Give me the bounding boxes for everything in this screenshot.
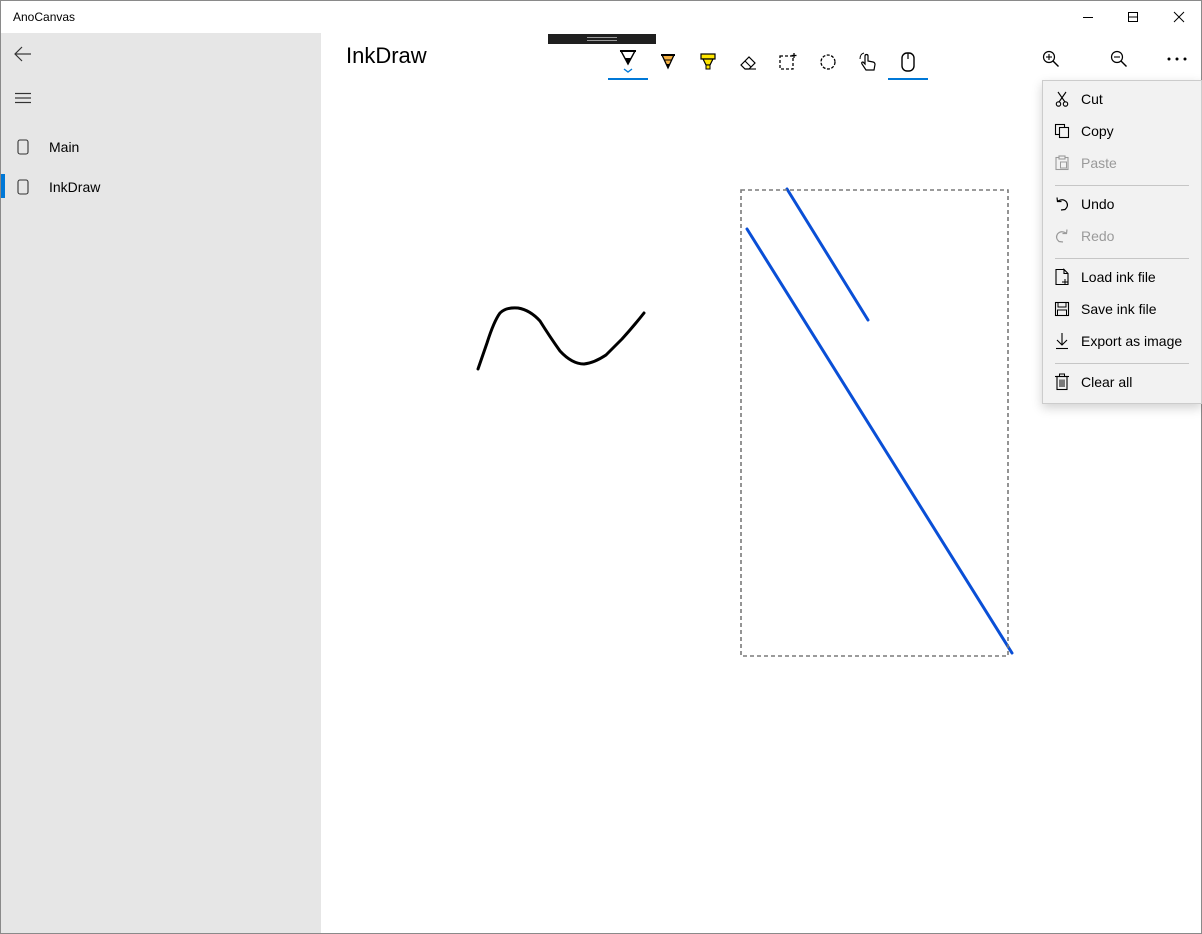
highlighter-icon bbox=[700, 53, 716, 70]
touch-writing-tool[interactable] bbox=[848, 42, 888, 82]
pencil-tool[interactable] bbox=[648, 42, 688, 82]
scissors-icon bbox=[1043, 83, 1081, 115]
eraser-icon bbox=[740, 56, 756, 70]
close-icon bbox=[1173, 11, 1185, 23]
minimize-button-2[interactable] bbox=[1065, 1, 1111, 33]
mouse-icon bbox=[901, 52, 915, 72]
menu-separator bbox=[1055, 363, 1189, 364]
hamburger-menu-button[interactable] bbox=[1, 78, 45, 118]
undo-icon bbox=[1043, 188, 1081, 220]
page-title: InkDraw bbox=[346, 43, 427, 68]
ink-stroke-black bbox=[476, 306, 646, 371]
app-title: AnoCanvas bbox=[13, 10, 76, 24]
lasso-select-tool[interactable] bbox=[808, 42, 848, 82]
menu-item-label: Cut bbox=[1081, 91, 1103, 107]
more-options-menu: Cut Copy Paste Undo Redo Load ink file S… bbox=[1042, 80, 1202, 404]
copy-icon bbox=[1043, 115, 1081, 147]
app-window: AnoCanvas Main InkDraw InkDraw Cut Copy … bbox=[0, 0, 1202, 934]
menu-item-label: Copy bbox=[1081, 123, 1114, 139]
highlighter-tool[interactable] bbox=[688, 42, 728, 82]
redo-icon bbox=[1043, 220, 1081, 252]
menu-item-redo[interactable]: Redo bbox=[1043, 220, 1201, 252]
back-arrow-icon bbox=[14, 46, 31, 62]
menu-item-paste[interactable]: Paste bbox=[1043, 147, 1201, 179]
menu-item-label: Undo bbox=[1081, 196, 1115, 212]
title-bar: AnoCanvas bbox=[1, 1, 1201, 33]
paste-icon bbox=[1043, 147, 1081, 179]
nav-item-label: Main bbox=[49, 139, 80, 155]
menu-item-clear-all[interactable]: Clear all bbox=[1043, 366, 1201, 398]
nav-item-label: InkDraw bbox=[49, 179, 101, 195]
zoom-in-icon bbox=[1042, 50, 1059, 67]
page-icon bbox=[1, 127, 45, 167]
nav-item-main[interactable]: Main bbox=[1, 127, 321, 167]
zoom-out-icon bbox=[1110, 50, 1127, 67]
close-button[interactable] bbox=[1156, 1, 1202, 33]
menu-item-label: Clear all bbox=[1081, 374, 1133, 390]
rectangle-select-icon bbox=[779, 53, 797, 70]
more-options-button[interactable] bbox=[1155, 37, 1199, 81]
download-icon bbox=[1043, 325, 1081, 357]
file-add-icon bbox=[1043, 261, 1081, 293]
menu-item-cut[interactable]: Cut bbox=[1043, 83, 1201, 115]
menu-item-label: Paste bbox=[1081, 155, 1117, 171]
menu-item-label: Redo bbox=[1081, 228, 1115, 244]
menu-item-undo[interactable]: Undo bbox=[1043, 188, 1201, 220]
page-icon bbox=[1, 167, 45, 207]
minimize-icon bbox=[1083, 17, 1093, 18]
back-button[interactable] bbox=[1, 34, 45, 74]
menu-item-save-ink-file[interactable]: Save ink file bbox=[1043, 293, 1201, 325]
menu-item-copy[interactable]: Copy bbox=[1043, 115, 1201, 147]
ballpoint-pen-icon bbox=[619, 50, 637, 73]
nav-item-inkdraw[interactable]: InkDraw bbox=[1, 167, 321, 207]
navigation-pane: Main InkDraw bbox=[1, 33, 321, 933]
maximize-icon bbox=[1128, 12, 1138, 22]
menu-item-label: Save ink file bbox=[1081, 301, 1157, 317]
mouse-input-tool[interactable] bbox=[888, 42, 928, 82]
lasso-select-icon bbox=[820, 54, 836, 70]
ink-stroke-blue-long bbox=[745, 227, 1014, 655]
eraser-tool[interactable] bbox=[728, 42, 768, 82]
zoom-in-button[interactable] bbox=[1029, 37, 1073, 81]
ink-toolbar bbox=[548, 34, 940, 82]
zoom-out-button[interactable] bbox=[1097, 37, 1141, 81]
menu-item-label: Export as image bbox=[1081, 333, 1183, 349]
menu-separator bbox=[1055, 185, 1189, 186]
pencil-icon bbox=[660, 54, 676, 70]
ink-stroke-blue-short bbox=[785, 187, 870, 322]
menu-item-label: Load ink file bbox=[1081, 269, 1156, 285]
rectangle-select-tool[interactable] bbox=[768, 42, 808, 82]
trash-icon bbox=[1043, 366, 1081, 398]
menu-item-load-ink-file[interactable]: Load ink file bbox=[1043, 261, 1201, 293]
save-icon bbox=[1043, 293, 1081, 325]
maximize-button[interactable] bbox=[1110, 1, 1156, 33]
more-icon bbox=[1167, 57, 1187, 61]
hamburger-icon bbox=[15, 92, 31, 104]
touch-writing-icon bbox=[859, 52, 876, 71]
menu-item-export-as-image[interactable]: Export as image bbox=[1043, 325, 1201, 357]
menu-separator bbox=[1055, 258, 1189, 259]
ballpoint-pen-tool[interactable] bbox=[608, 42, 648, 82]
selection-box bbox=[740, 189, 1009, 657]
